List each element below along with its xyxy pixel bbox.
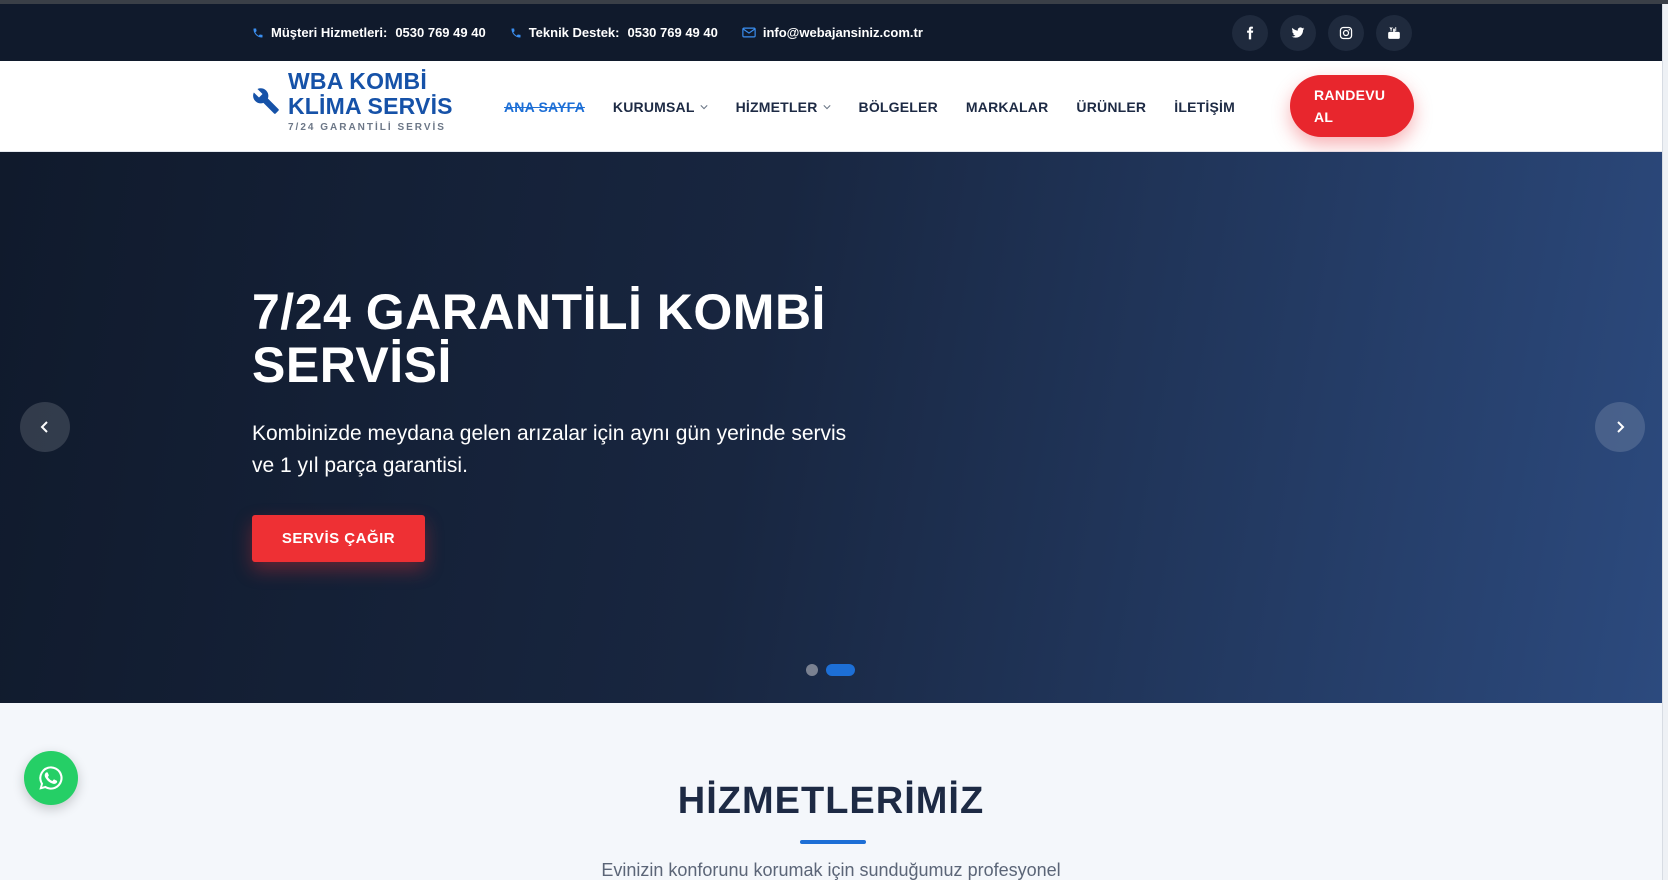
customer-service-phone[interactable]: 0530 769 49 40: [395, 25, 485, 40]
logo-tagline: 7/24 GARANTİLİ SERVİS: [288, 122, 446, 133]
chevron-left-icon: [40, 421, 48, 433]
nav-item-contact[interactable]: İLETİŞİM: [1174, 99, 1235, 115]
appointment-button[interactable]: RANDEVU AL: [1290, 75, 1414, 137]
phone-icon: [253, 28, 263, 37]
whatsapp-icon: [39, 766, 63, 790]
tech-support-phone[interactable]: 0530 769 49 40: [627, 25, 717, 40]
youtube-icon[interactable]: [1376, 14, 1412, 51]
hero-subtitle: Kombinizde meydana gelen arızalar için a…: [252, 418, 912, 482]
hero-subtitle-line-1: Kombinizde meydana gelen arızalar için a…: [252, 422, 847, 445]
chevron-down-icon: [822, 104, 831, 109]
nav-item-label: ÜRÜNLER: [1076, 98, 1147, 115]
main-nav: ANA SAYFA KURUMSAL HİZMETLER BÖLGELER MA…: [504, 61, 1263, 152]
twitter-icon[interactable]: [1280, 14, 1316, 51]
top-bar-inner: Müşteri Hizmetleri: 0530 769 49 40 Tekni…: [252, 4, 1412, 61]
social-links: [1232, 14, 1412, 51]
nav-item-corporate[interactable]: KURUMSAL: [613, 99, 708, 115]
nav-item-regions[interactable]: BÖLGELER: [859, 99, 938, 115]
nav-item-label: İLETİŞİM: [1174, 98, 1235, 115]
appointment-button-line-2: AL: [1314, 109, 1334, 125]
email-contact[interactable]: info@webajansiniz.com.tr: [742, 25, 923, 40]
hero-title-line-1: 7/24 GARANTİLİ KOMBİ: [252, 284, 826, 340]
whatsapp-button[interactable]: [24, 751, 78, 805]
services-subtitle: Evinizin konforunu korumak için sunduğum…: [601, 860, 1061, 880]
nav-item-home[interactable]: ANA SAYFA: [504, 99, 585, 115]
nav-item-label: BÖLGELER: [858, 98, 938, 115]
wrench-icon: [253, 88, 279, 114]
top-bar: Müşteri Hizmetleri: 0530 769 49 40 Tekni…: [0, 4, 1662, 61]
slider-dots: [806, 664, 855, 676]
tech-support-contact[interactable]: Teknik Destek: 0530 769 49 40: [510, 25, 718, 40]
services-title: HİZMETLERİMİZ: [677, 780, 985, 822]
customer-service-contact[interactable]: Müşteri Hizmetleri: 0530 769 49 40: [252, 25, 486, 40]
call-service-button[interactable]: SERVİS ÇAĞIR: [252, 515, 425, 562]
nav-item-label: MARKALAR: [965, 98, 1049, 115]
slider-next-button[interactable]: [1595, 402, 1645, 452]
hero-subtitle-line-2: ve 1 yıl parça garantisi.: [252, 454, 468, 477]
logo-text: WBA KOMBİ KLİMA SERVİS 7/24 GARANTİLİ SE…: [288, 68, 453, 134]
nav-item-label: KURUMSAL: [612, 98, 695, 115]
hero-slider: 7/24 GARANTİLİ KOMBİ SERVİSİ Kombinizde …: [0, 152, 1662, 703]
slider-dot-1[interactable]: [806, 664, 818, 676]
services-title-underline: [800, 840, 866, 844]
logo-line-2: KLİMA SERVİS: [288, 93, 453, 119]
customer-service-label: Müşteri Hizmetleri:: [271, 25, 388, 40]
nav-item-label: ANA SAYFA: [504, 98, 585, 115]
nav-item-products[interactable]: ÜRÜNLER: [1076, 99, 1146, 115]
chevron-right-icon: [1617, 421, 1625, 433]
phone-icon: [511, 28, 521, 37]
nav-item-brands[interactable]: MARKALAR: [966, 99, 1048, 115]
scrollbar-track[interactable]: [1662, 4, 1668, 880]
hero-title: 7/24 GARANTİLİ KOMBİ SERVİSİ: [252, 286, 952, 392]
nav-item-services[interactable]: HİZMETLER: [736, 99, 831, 115]
appointment-button-line-1: RANDEVU: [1314, 87, 1386, 103]
instagram-icon[interactable]: [1328, 14, 1364, 51]
site-header: WBA KOMBİ KLİMA SERVİS 7/24 GARANTİLİ SE…: [0, 61, 1662, 152]
facebook-icon[interactable]: [1232, 14, 1268, 51]
chevron-down-icon: [700, 104, 708, 109]
site-logo[interactable]: WBA KOMBİ KLİMA SERVİS 7/24 GARANTİLİ SE…: [252, 69, 453, 133]
envelope-icon: [742, 27, 756, 38]
slider-dot-2[interactable]: [826, 664, 855, 676]
tech-support-label: Teknik Destek:: [528, 25, 620, 40]
nav-item-label: HİZMETLER: [735, 98, 818, 115]
logo-line-1: WBA KOMBİ: [288, 68, 427, 94]
slider-prev-button[interactable]: [20, 402, 70, 452]
email-address[interactable]: info@webajansiniz.com.tr: [763, 25, 923, 40]
hero-title-line-2: SERVİSİ: [252, 337, 452, 393]
